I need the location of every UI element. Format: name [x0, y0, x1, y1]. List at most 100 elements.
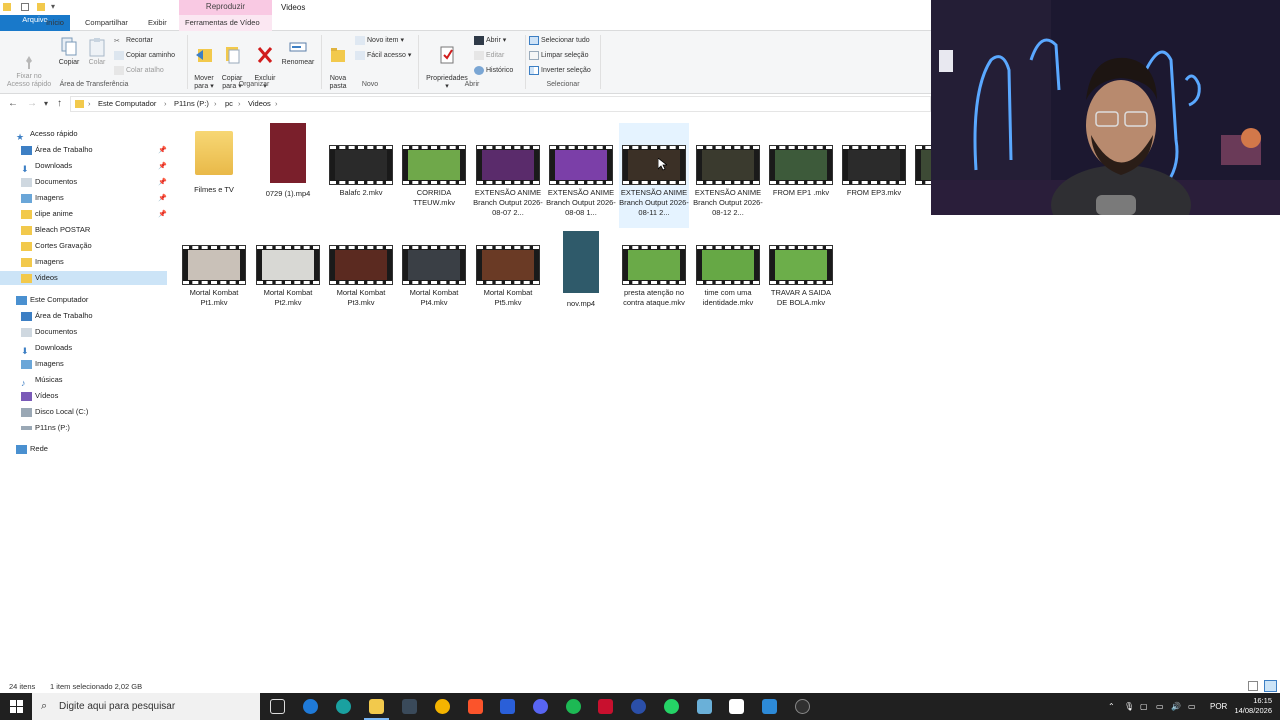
capcut-icon[interactable]	[729, 699, 744, 714]
nav-quick-cortes-gravacao[interactable]: Cortes Gravação	[21, 239, 92, 253]
edit-button[interactable]: Editar	[474, 50, 504, 62]
address-bar[interactable]: › Este Computador › P11ns (P:) › pc › Vi…	[70, 96, 931, 112]
microphone-icon[interactable]: 🎙	[1124, 693, 1134, 720]
open-button[interactable]: Abrir ▾	[474, 35, 506, 47]
cut-button[interactable]: ✂ Recortar	[114, 35, 153, 47]
discord-icon[interactable]	[533, 699, 548, 714]
copy-path-button[interactable]: Copiar caminho	[114, 50, 175, 62]
tab-inicio[interactable]: Início	[40, 15, 70, 31]
nav-this-pc[interactable]: Este Computador	[16, 293, 88, 307]
properties-icon[interactable]	[21, 3, 29, 11]
back-icon[interactable]: ←	[8, 98, 18, 109]
file-item[interactable]: Mortal Kombat Pt1.mkv	[179, 231, 249, 326]
nav-network[interactable]: Rede	[16, 442, 48, 456]
nav-pc-desktop[interactable]: Área de Trabalho	[21, 309, 93, 323]
task-view-icon[interactable]	[270, 699, 285, 714]
whatsapp-icon[interactable]	[664, 699, 679, 714]
file-item[interactable]: Filmes e TV	[179, 123, 249, 228]
large-icons-view-icon[interactable]	[1264, 680, 1277, 692]
invert-selection-button[interactable]: Inverter seleção	[529, 65, 591, 77]
paste-button[interactable]: Colar	[84, 37, 110, 67]
taskbar-search-box[interactable]: ⌕ Digite aqui para pesquisar	[32, 693, 260, 720]
breadcrumb-drive[interactable]: P11ns (P:)	[174, 99, 209, 108]
tab-compartilhar[interactable]: Compartilhar	[79, 15, 134, 31]
history-button[interactable]: Histórico	[474, 65, 513, 77]
volume-icon[interactable]: 🔊	[1171, 693, 1181, 720]
breadcrumb-este-computador[interactable]: Este Computador	[98, 99, 156, 108]
file-item[interactable]: EXTENSÃO ANIME Branch Output 2026-08-07 …	[473, 123, 543, 228]
nav-quick-downloads[interactable]: ⬇ Downloads	[21, 159, 72, 174]
rename-button[interactable]: Renomear	[280, 37, 316, 67]
file-item[interactable]: nov.mp4	[546, 231, 616, 326]
file-item[interactable]: Mortal Kombat Pt2.mkv	[253, 231, 323, 326]
nav-quick-imagens[interactable]: Imagens	[21, 255, 64, 269]
nav-pc-images[interactable]: Imagens	[21, 357, 64, 371]
recent-locations-icon[interactable]: ▾	[44, 99, 48, 108]
new-folder-icon[interactable]	[37, 3, 45, 11]
file-item[interactable]: Mortal Kombat Pt3.mkv	[326, 231, 396, 326]
nav-quick-documents[interactable]: Documentos	[21, 175, 77, 189]
chrome-icon[interactable]	[435, 699, 450, 714]
file-item[interactable]: 0729 (1).mp4	[253, 123, 323, 228]
quick-access-dropdown-icon[interactable]: ▾	[51, 2, 55, 11]
show-hidden-icons-icon[interactable]: ⌃	[1108, 693, 1115, 720]
brave-icon[interactable]	[468, 699, 483, 714]
copilot-icon[interactable]	[303, 699, 318, 714]
breadcrumb-pc[interactable]: pc	[225, 99, 233, 108]
file-item[interactable]: presta atenção no contra ataque.mkv	[619, 231, 689, 326]
obs-icon[interactable]	[795, 699, 810, 714]
nav-pc-documents[interactable]: Documentos	[21, 325, 77, 339]
file-item[interactable]: FROM EP1 .mkv	[766, 123, 836, 228]
notepad-icon[interactable]	[697, 699, 712, 714]
nav-quick-bleach-postar[interactable]: Bleach POSTAR	[21, 223, 90, 237]
file-item[interactable]: Mortal Kombat Pt4.mkv	[399, 231, 469, 326]
nav-pc-disk-p[interactable]: P11ns (P:)	[21, 421, 70, 435]
paint-icon[interactable]	[762, 699, 777, 714]
file-item[interactable]: EXTENSÃO ANIME Branch Output 2026-08-11 …	[619, 123, 689, 228]
new-item-button[interactable]: Novo item ▾	[355, 35, 404, 47]
nav-quick-access[interactable]: ★ Acesso rápido	[16, 127, 78, 142]
storage-icon[interactable]: ▭	[1188, 693, 1196, 720]
vegas-icon[interactable]	[500, 699, 515, 714]
nav-quick-videos[interactable]: Videos	[0, 271, 167, 285]
select-all-button[interactable]: Selecionar tudo	[529, 35, 590, 47]
nav-quick-images[interactable]: Imagens	[21, 191, 64, 205]
paste-shortcut-button[interactable]: Colar atalho	[114, 65, 164, 77]
windows-start-icon[interactable]	[10, 700, 23, 713]
nav-quick-desktop[interactable]: Área de Trabalho	[21, 143, 93, 157]
app-icon[interactable]	[402, 699, 417, 714]
file-item[interactable]: FROM EP3.mkv	[839, 123, 909, 228]
nav-pc-downloads[interactable]: ⬇ Downloads	[21, 341, 72, 356]
file-item[interactable]: CORRIDA TTEUW.mkv	[399, 123, 469, 228]
forward-icon[interactable]: →	[27, 98, 37, 109]
spotify-icon[interactable]	[566, 699, 581, 714]
language-indicator[interactable]: POR	[1210, 693, 1227, 720]
copy-button[interactable]: Copiar	[56, 37, 82, 67]
file-item[interactable]: time com uma identidade.mkv	[693, 231, 763, 326]
file-explorer-icon[interactable]	[369, 699, 384, 714]
up-icon[interactable]: ↑	[57, 98, 62, 109]
file-item[interactable]: Mortal Kombat Pt5.mkv	[473, 231, 543, 326]
file-item[interactable]: EXTENSÃO ANIME Branch Output 2026-08-12 …	[693, 123, 763, 228]
file-name: TRAVAR A SAIDA DE BOLA.mkv	[770, 288, 832, 307]
nav-pc-videos[interactable]: Vídeos	[21, 389, 58, 403]
breadcrumb-videos[interactable]: Videos	[248, 99, 271, 108]
nav-quick-clipe-anime[interactable]: clipe anime	[21, 207, 73, 221]
select-none-button[interactable]: Limpar seleção	[529, 50, 588, 62]
nav-pc-music[interactable]: ♪ Músicas	[21, 373, 63, 388]
tray-app-icon[interactable]: ▢	[1140, 693, 1148, 720]
clock[interactable]: 16:15 14/08/2026	[1234, 696, 1272, 716]
file-item[interactable]: EXTENSÃO ANIME Branch Output 2026-08-08 …	[546, 123, 616, 228]
ea-icon[interactable]	[631, 699, 646, 714]
file-item[interactable]: Balafc 2.mkv	[326, 123, 396, 228]
voice-app-icon[interactable]	[598, 699, 613, 714]
edge-icon[interactable]	[336, 699, 351, 714]
network-icon[interactable]: ▭	[1156, 693, 1164, 720]
tab-ferramentas-de-video[interactable]: Ferramentas de Vídeo	[179, 15, 272, 31]
webcam-overlay	[931, 0, 1280, 215]
tab-exibir[interactable]: Exibir	[142, 15, 173, 31]
easy-access-button[interactable]: Fácil acesso ▾	[355, 50, 411, 62]
nav-pc-disk-c[interactable]: Disco Local (C:)	[21, 405, 88, 419]
file-item[interactable]: TRAVAR A SAIDA DE BOLA.mkv	[766, 231, 836, 326]
details-view-icon[interactable]	[1248, 681, 1258, 691]
